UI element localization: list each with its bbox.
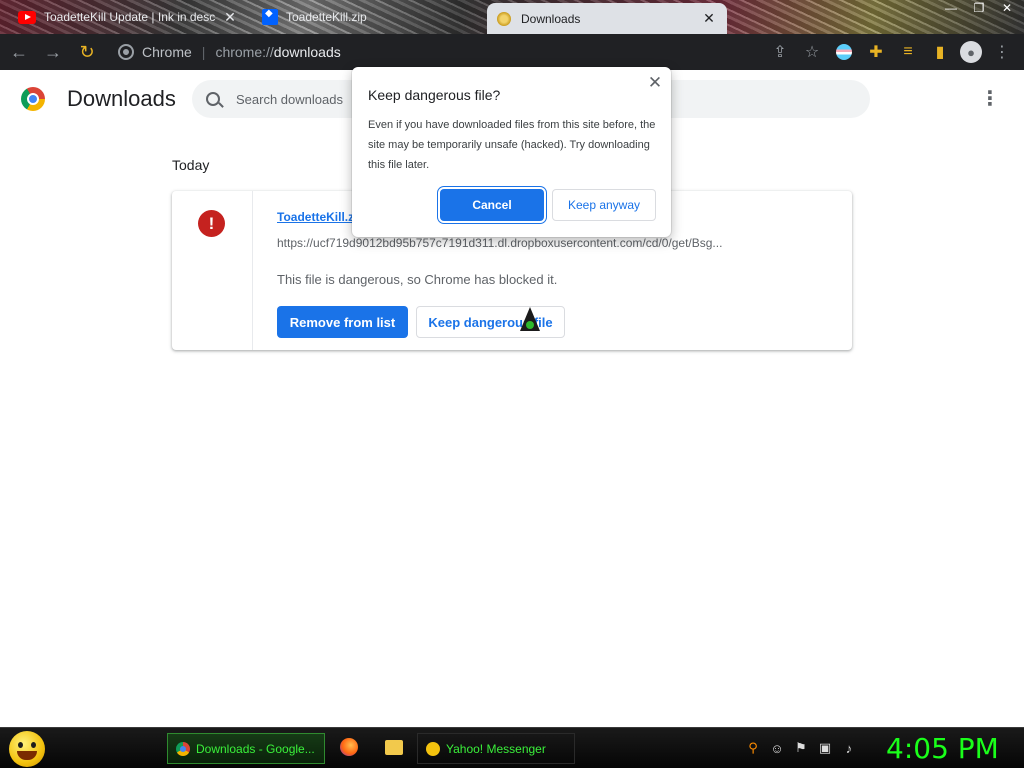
firefox-icon[interactable] — [340, 738, 358, 756]
minimize-icon[interactable]: — — [938, 0, 964, 16]
omnibox-site: Chrome — [142, 44, 192, 60]
omnibox-scheme: chrome:// — [215, 44, 274, 60]
network-icon[interactable]: ▣ — [817, 740, 833, 756]
dialog-close-icon[interactable]: ✕ — [645, 73, 665, 93]
keep-anyway-button[interactable]: Keep anyway — [552, 189, 656, 221]
taskbar: Downloads - Google... Yahoo! Messenger ⚲… — [0, 727, 1024, 768]
omnibox-path: downloads — [273, 44, 341, 60]
search-tray-icon[interactable]: ⚲ — [745, 740, 761, 756]
close-icon[interactable]: ✕ — [994, 0, 1020, 16]
tab-youtube[interactable]: ToadetteKill Update | Ink in desc ✕ — [8, 4, 248, 30]
cancel-button[interactable]: Cancel — [440, 189, 544, 221]
browser-toolbar: ← → ↻ Chrome | chrome:// downloads ⇪ ☆ ✚… — [0, 34, 1024, 70]
youtube-icon — [18, 10, 36, 24]
taskbar-item-chrome[interactable]: Downloads - Google... — [167, 733, 325, 764]
taskbar-item-label: Yahoo! Messenger — [446, 741, 546, 756]
remove-from-list-button[interactable]: Remove from list — [277, 306, 408, 338]
tab-label: ToadetteKill.zip — [286, 10, 367, 24]
tab-label: Downloads — [521, 11, 581, 26]
tab-downloads[interactable]: Downloads ✕ — [487, 3, 727, 34]
tab-close-icon[interactable]: ✕ — [222, 9, 238, 26]
bookmark-star-icon[interactable]: ☆ — [800, 38, 824, 66]
download-file-name[interactable]: ToadetteKill.z — [277, 210, 354, 224]
window-controls: — ❐ ✕ — [938, 0, 1020, 16]
omnibox-divider: | — [201, 44, 206, 60]
taskbar-item-label: Downloads - Google... — [196, 741, 315, 756]
chrome-icon — [176, 741, 190, 756]
search-icon — [206, 92, 220, 106]
keep-dangerous-file-dialog: Keep dangerous file? ✕ Even if you have … — [352, 67, 671, 237]
download-status: This file is dangerous, so Chrome has bl… — [277, 272, 558, 287]
chrome-site-icon — [118, 44, 134, 60]
page-title: Downloads — [67, 86, 176, 111]
forward-icon[interactable]: → — [38, 37, 68, 67]
extension-flag-icon[interactable] — [832, 38, 856, 66]
share-icon[interactable]: ⇪ — [768, 38, 792, 66]
maximize-icon[interactable]: ❐ — [966, 0, 992, 16]
system-tray: ⚲ ☺ ⚑ ▣ ♪ — [745, 740, 857, 756]
extensions-puzzle-icon[interactable]: ✚ — [864, 38, 888, 66]
date-section-label: Today — [172, 157, 210, 173]
action-center-flag-icon[interactable]: ⚑ — [793, 740, 809, 756]
dialog-title: Keep dangerous file? — [368, 87, 501, 103]
tab-close-icon[interactable]: ✕ — [701, 10, 717, 27]
back-icon[interactable]: ← — [4, 37, 34, 67]
reading-list-icon[interactable]: ≡ — [896, 38, 920, 66]
reload-icon[interactable]: ↻ — [72, 37, 102, 67]
downloads-icon — [497, 11, 511, 26]
messenger-tray-icon[interactable]: ☺ — [769, 740, 785, 756]
tab-strip: ToadetteKill Update | Ink in desc ✕ Toad… — [0, 0, 1024, 34]
volume-icon[interactable]: ♪ — [841, 740, 857, 756]
yahoo-messenger-icon — [426, 741, 440, 756]
download-url: https://ucf719d9012bd95b757c7191d311.dl.… — [277, 236, 723, 250]
menu-kebab-icon[interactable]: ⋮ — [990, 38, 1014, 66]
download-icon-column: ! — [172, 191, 253, 350]
keep-dangerous-file-button[interactable]: Keep dangerous file — [416, 306, 565, 338]
address-bar[interactable]: Chrome | chrome:// downloads — [110, 38, 750, 66]
taskbar-clock[interactable]: 4:05 PM — [886, 732, 999, 765]
dialog-message: Even if you have downloaded files from t… — [368, 119, 656, 171]
taskbar-item-yahoo-messenger[interactable]: Yahoo! Messenger — [417, 733, 575, 764]
danger-warning-icon: ! — [198, 210, 225, 237]
mouse-cursor-icon — [520, 307, 540, 331]
dropbox-icon — [262, 8, 278, 25]
tab-dropbox[interactable]: ToadetteKill.zip — [252, 4, 472, 30]
folder-icon[interactable] — [385, 740, 403, 755]
side-panel-icon[interactable]: ▮ — [928, 38, 952, 66]
tab-label: ToadetteKill Update | Ink in desc — [44, 10, 216, 24]
chrome-logo-icon — [21, 87, 45, 111]
toolbar-actions: ⇪ ☆ ✚ ≡ ▮ ● ⋮ — [768, 38, 1014, 66]
start-smiley-icon[interactable] — [9, 731, 45, 767]
profile-avatar-icon[interactable]: ● — [960, 41, 982, 63]
more-actions-icon[interactable]: ⋮ — [980, 88, 1000, 110]
